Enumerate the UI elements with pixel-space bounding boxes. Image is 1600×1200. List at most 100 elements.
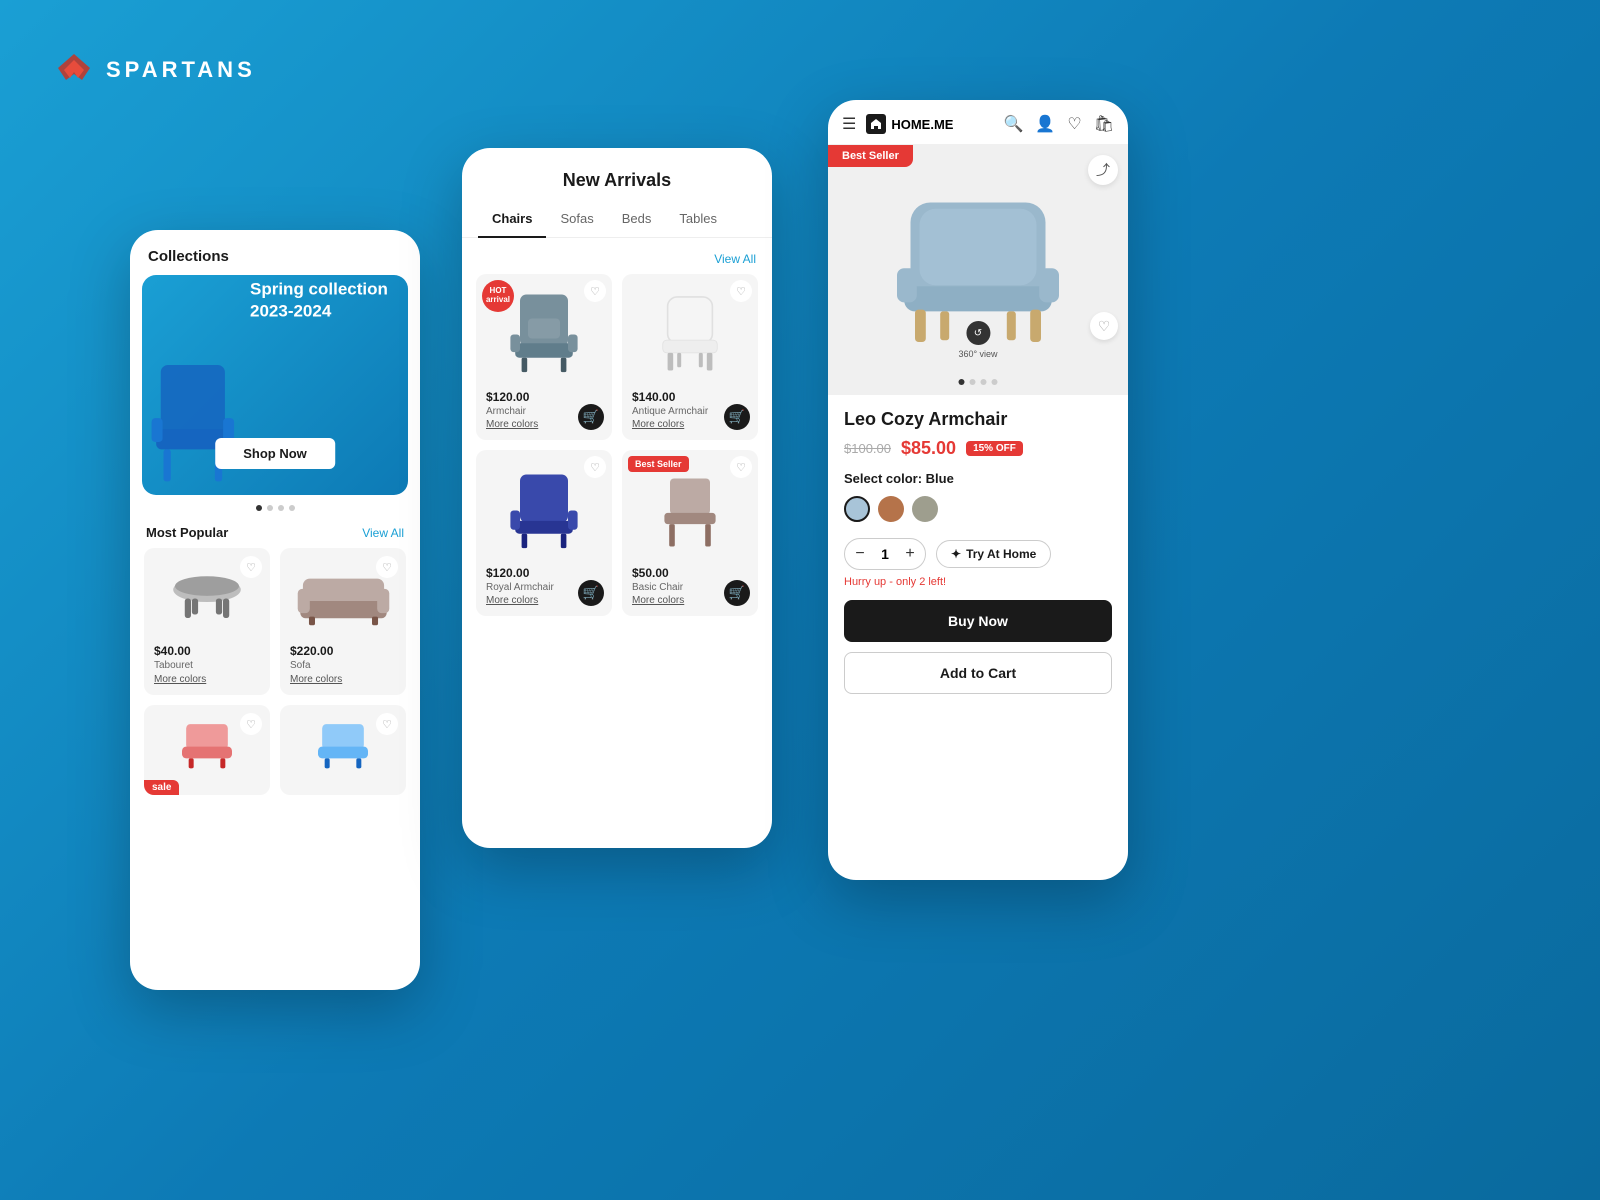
royal-price: $120.00 [486,566,602,580]
armchair-cart-button[interactable]: 🛒 [578,404,604,430]
banner-title: Spring collection 2023-2024 [250,278,388,322]
home-me-logo-svg [869,117,883,131]
product-sale-1: ♡ sale [144,705,270,795]
img-dot-4[interactable] [992,379,998,385]
antique-cart-button[interactable]: 🛒 [724,404,750,430]
armchair-favorite-button[interactable]: ♡ [584,280,606,302]
qty-decrease-button[interactable]: − [845,539,875,569]
spartans-logo-icon [52,52,96,88]
antique-favorite-button[interactable]: ♡ [730,280,752,302]
bag-icon[interactable]: 🛍 [1094,114,1114,134]
new-arrivals-title: New Arrivals [462,148,772,205]
banner-dots [130,505,420,511]
royal-armchair-image [486,460,602,560]
try-home-label: Try At Home [966,547,1036,561]
sofa-svg [296,568,391,628]
sofa-favorite-button[interactable]: ♡ [376,556,398,578]
item4-favorite-button[interactable]: ♡ [376,713,398,735]
brand-name: SPARTANS [106,57,256,83]
banner-text-area: Spring collection 2023-2024 [250,278,388,322]
tab-chairs[interactable]: Chairs [478,205,546,238]
heart-icon[interactable]: ♡ [1067,114,1081,134]
royal-cart-button[interactable]: 🛒 [578,580,604,606]
price-row: $100.00 $85.00 15% OFF [844,438,1112,459]
arrivals-view-all[interactable]: View All [714,252,756,266]
discount-badge: 15% OFF [966,441,1023,456]
arrivals-view-all-row: View All [462,248,772,274]
try-at-home-button[interactable]: ✦ Try At Home [936,540,1051,568]
sale-price: $85.00 [901,438,956,459]
view360-icon[interactable]: ↺ [966,321,990,345]
swatch-brown[interactable] [878,496,904,522]
brand-name-label: HOME.ME [891,117,953,132]
img-dot-1[interactable] [959,379,965,385]
view360-area: ↺ 360° view [958,321,997,359]
dot-3 [278,505,284,511]
armchair-price: $120.00 [486,390,602,404]
sale1-favorite-button[interactable]: ♡ [240,713,262,735]
tabouret-svg [167,571,247,626]
search-icon[interactable]: 🔍 [1004,114,1024,134]
topbar-left: ☰ HOME.ME [842,114,953,134]
original-price: $100.00 [844,441,891,456]
image-carousel-dots [959,379,998,385]
swatch-gray[interactable] [912,496,938,522]
best-seller-tag: Best Seller [828,145,913,167]
share-button[interactable]: ⤴ [1088,155,1118,185]
dot-2 [267,505,273,511]
tabouret-favorite-button[interactable]: ♡ [240,556,262,578]
buy-now-button[interactable]: Buy Now [844,600,1112,642]
user-icon[interactable]: 👤 [1035,114,1055,134]
antique-armchair-image [632,284,748,384]
phone1-collections: Collections Spring collection 2023-2024 … [130,230,420,990]
tab-sofas[interactable]: Sofas [546,205,607,238]
hot-badge: HOTarrival [482,280,514,312]
add-to-cart-button[interactable]: Add to Cart [844,652,1112,694]
img-dot-3[interactable] [981,379,987,385]
antique-armchair-svg [650,287,730,382]
brand-logo-area: HOME.ME [866,114,953,134]
category-tabs: Chairs Sofas Beds Tables [462,205,772,238]
color-label: Select color: Blue [844,471,1112,486]
home-me-icon [866,114,886,134]
sale-chair-svg [172,720,242,770]
banner-chair-illustration [147,345,257,495]
tab-beds[interactable]: Beds [608,205,666,238]
dot-4 [289,505,295,511]
sofa-price: $220.00 [290,644,396,658]
swatch-blue[interactable] [844,496,870,522]
product-item-4: ♡ [280,705,406,795]
best-seller-badge-2: Best Seller [628,456,689,472]
img-dot-2[interactable] [970,379,976,385]
sofa-more-colors[interactable]: More colors [290,674,396,685]
antique-price: $140.00 [632,390,748,404]
royal-armchair-svg [504,463,584,558]
tab-tables[interactable]: Tables [665,205,731,238]
arrival-armchair: HOTarrival ♡ 🛒 $1 [476,274,612,440]
most-popular-grid: ♡ $40.00 Tabouret More colors [130,548,420,795]
spring-banner: Spring collection 2023-2024 Shop Now [142,275,408,495]
basic-chair-image [632,460,748,560]
sofa-name: Sofa [290,660,396,671]
royal-favorite-button[interactable]: ♡ [584,456,606,478]
hurry-text: Hurry up - only 2 left! [844,576,1112,588]
view360-label: 360° view [958,349,997,359]
basic-chair-cart-button[interactable]: 🛒 [724,580,750,606]
menu-icon[interactable]: ☰ [842,114,856,134]
tabouret-more-colors[interactable]: More colors [154,674,260,685]
shop-now-button[interactable]: Shop Now [215,438,335,469]
qty-increase-button[interactable]: + [895,539,925,569]
armchair-svg [504,287,584,382]
arrival-royal-armchair: ♡ 🛒 $120.00 Royal Armchair More colors [476,450,612,616]
detail-favorite-button[interactable]: ♡ [1090,312,1118,340]
product-sofa: ♡ $220.00 Sofa More colors [280,548,406,695]
basic-chair-favorite-button[interactable]: ♡ [730,456,752,478]
product-detail-image-area: Best Seller ⤴ ↺ 360° view ♡ [828,145,1128,395]
collections-header: Collections [130,230,420,275]
most-popular-view-all[interactable]: View All [362,526,404,540]
product-info-area: Leo Cozy Armchair $100.00 $85.00 15% OFF… [828,395,1128,708]
product-tabouret: ♡ $40.00 Tabouret More colors [144,548,270,695]
arrival-antique-armchair: ♡ 🛒 $140.00 Antique Armchair More colors [622,274,758,440]
sale-badge: sale [144,780,179,795]
phone3-product-detail: ☰ HOME.ME 🔍 👤 ♡ 🛍 Best Seller ⤴ [828,100,1128,880]
